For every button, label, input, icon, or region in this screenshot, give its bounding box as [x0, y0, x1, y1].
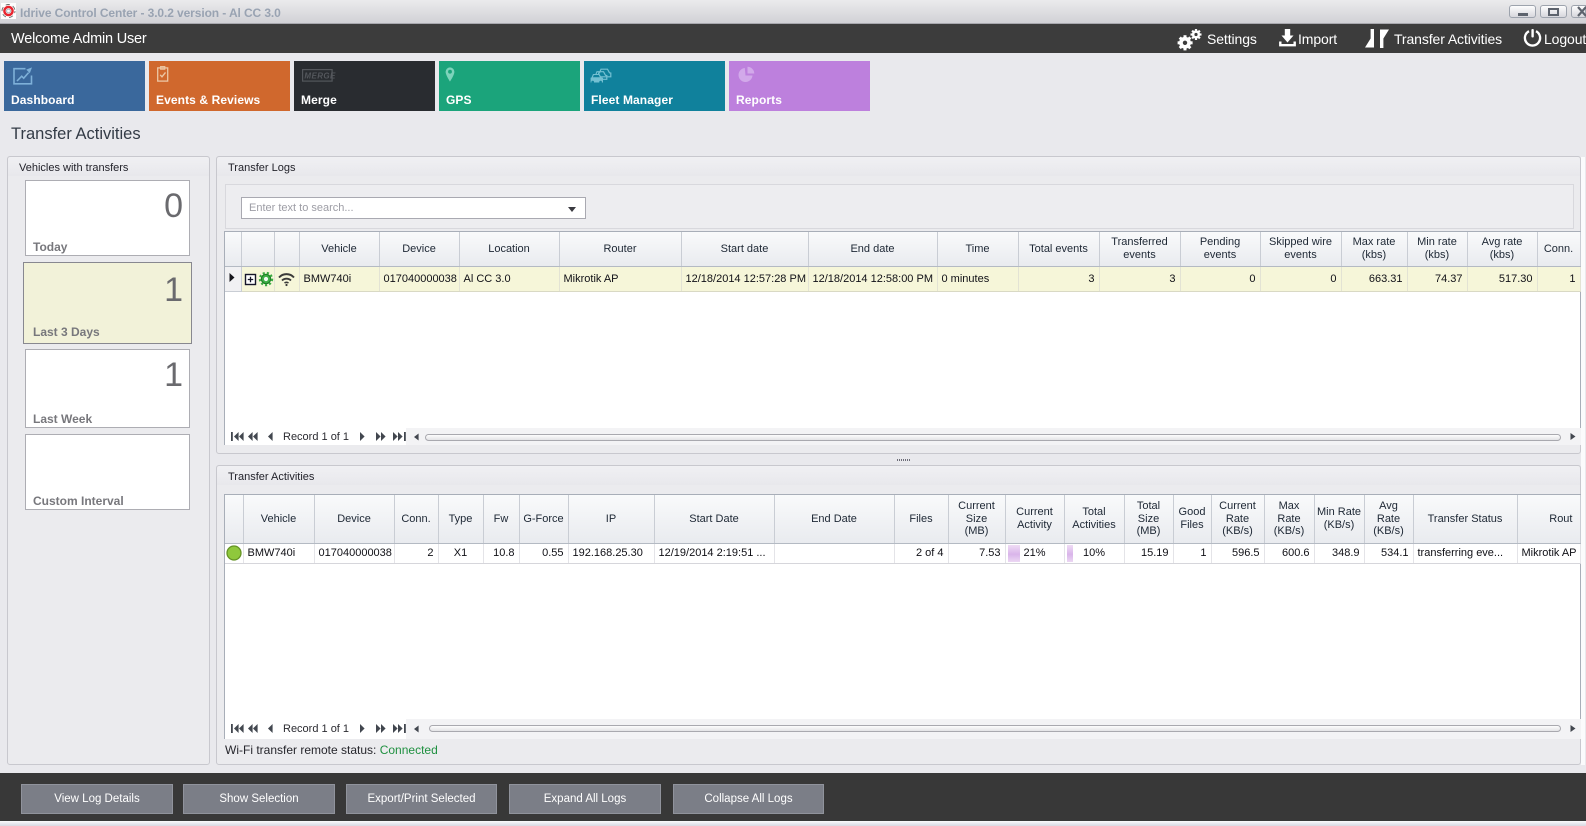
svg-text:MERGE: MERGE — [304, 72, 336, 81]
